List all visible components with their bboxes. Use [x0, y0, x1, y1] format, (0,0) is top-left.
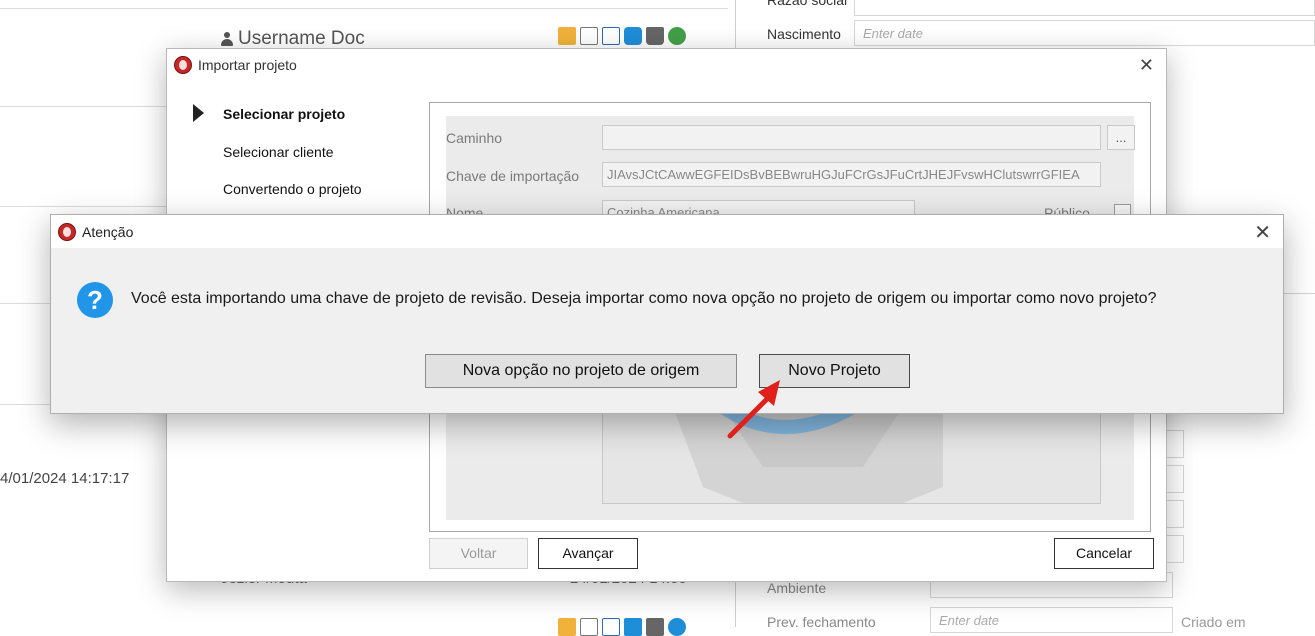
- side-input[interactable]: [1166, 465, 1184, 493]
- nova-opcao-button[interactable]: Nova opção no projeto de origem: [425, 354, 737, 388]
- question-icon: ?: [77, 282, 113, 318]
- prev-fechamento-input[interactable]: Enter date: [930, 607, 1173, 633]
- trash-icon[interactable]: [646, 618, 664, 636]
- project-preview-image: [673, 400, 943, 503]
- preview-area: [602, 400, 1101, 504]
- caminho-label: Caminho: [446, 130, 503, 146]
- nascimento-label: Nascimento: [767, 26, 841, 42]
- step-selecionar-projeto: Selecionar projeto: [223, 106, 346, 122]
- divider: [0, 8, 728, 9]
- step-convertendo-projeto: Convertendo o projeto: [223, 181, 362, 197]
- side-input[interactable]: [1166, 535, 1184, 563]
- cloud-icon[interactable]: [668, 618, 686, 636]
- import-window-title: Importar projeto: [198, 57, 297, 73]
- ambiente-label: Ambiente: [767, 580, 827, 596]
- attention-dialog: Atenção ✕ ? Você esta importando uma cha…: [50, 214, 1284, 414]
- import-window-titlebar: Importar projeto ✕: [167, 49, 1166, 81]
- share-icon[interactable]: [624, 618, 642, 636]
- criado-em-label: Criado em: [1181, 614, 1246, 630]
- attention-titlebar: Atenção ✕: [51, 215, 1283, 248]
- cloud-icon[interactable]: [668, 27, 686, 45]
- voltar-button[interactable]: Voltar: [429, 538, 528, 569]
- razao-social-label: Razão social: [767, 0, 848, 8]
- current-step-arrow-icon: [193, 104, 204, 122]
- attention-message: Você esta importando uma chave de projet…: [131, 290, 1157, 307]
- avancar-button[interactable]: Avançar: [538, 538, 638, 569]
- trash-icon[interactable]: [646, 27, 664, 45]
- chave-importacao-label: Chave de importação: [446, 168, 580, 184]
- caminho-input[interactable]: [602, 125, 1101, 150]
- step-selecionar-cliente: Selecionar cliente: [223, 144, 334, 160]
- timestamp-label: 4/01/2024 14:17:17: [0, 470, 130, 487]
- chave-importacao-input[interactable]: JIAvsJCtCAwwEGFEIDsBvBEBwruHGJuFCrGsJFuC…: [602, 162, 1101, 187]
- project-actions-bottom: [558, 618, 686, 636]
- cancelar-button[interactable]: Cancelar: [1054, 538, 1154, 569]
- folder-icon[interactable]: [558, 618, 576, 636]
- export-icon[interactable]: [602, 618, 620, 636]
- browse-button[interactable]: ...: [1107, 125, 1135, 150]
- attention-title: Atenção: [82, 223, 134, 240]
- share-icon[interactable]: [624, 27, 642, 45]
- username-header: Username Doc: [221, 28, 365, 50]
- project-actions: [558, 27, 686, 45]
- attention-body: ? Você esta importando uma chave de proj…: [51, 248, 1283, 413]
- copy-icon[interactable]: [580, 618, 598, 636]
- razao-social-input[interactable]: [854, 0, 1315, 16]
- folder-icon[interactable]: [558, 27, 576, 45]
- prev-fechamento-label: Prev. fechamento: [767, 614, 876, 630]
- side-input[interactable]: [1166, 500, 1184, 528]
- app-logo-icon: [58, 222, 76, 241]
- nascimento-input[interactable]: Enter date: [854, 20, 1315, 46]
- annotation-arrow-icon: [727, 380, 780, 439]
- user-icon: [221, 32, 233, 46]
- copy-icon[interactable]: [580, 27, 598, 45]
- close-icon[interactable]: ✕: [1139, 55, 1154, 76]
- username-label: Username Doc: [238, 28, 365, 49]
- close-icon[interactable]: ✕: [1254, 220, 1271, 245]
- export-icon[interactable]: [602, 27, 620, 45]
- side-input[interactable]: [1166, 430, 1184, 458]
- app-logo-icon: [174, 56, 192, 74]
